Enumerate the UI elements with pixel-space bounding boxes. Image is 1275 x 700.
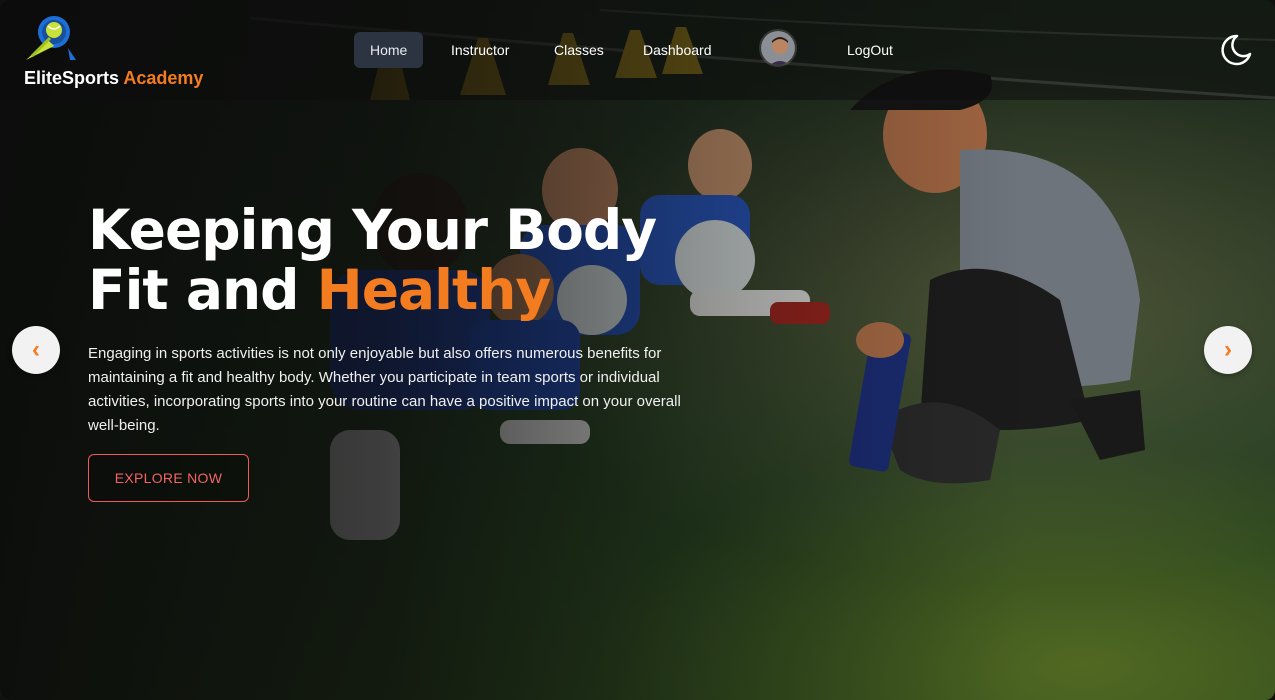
hero-title: Keeping Your Body Fit and Healthy	[88, 200, 688, 320]
nav-item-dashboard[interactable]: Dashboard	[643, 32, 712, 68]
top-navbar: EliteSports Academy Home Instructor Clas…	[0, 0, 1275, 100]
nav-item-instructor[interactable]: Instructor	[451, 32, 509, 68]
hero-title-accent: Healthy	[316, 258, 552, 322]
nav-item-classes[interactable]: Classes	[554, 32, 604, 68]
brand-name-part2: Academy	[123, 68, 204, 88]
carousel-prev-button[interactable]: ‹	[12, 326, 60, 374]
hero-description: Engaging in sports activities is not onl…	[88, 345, 681, 434]
brand-name-part1: EliteSports	[24, 68, 120, 88]
brand[interactable]: EliteSports Academy	[24, 10, 224, 94]
tennis-ball-logo-icon	[26, 16, 76, 60]
brand-name: EliteSports Academy	[24, 68, 203, 89]
nav-item-logout[interactable]: LogOut	[847, 32, 893, 68]
moon-icon	[1221, 34, 1252, 66]
hero-title-line2-prefix: Fit and	[88, 258, 300, 322]
carousel-next-button[interactable]: ›	[1204, 326, 1252, 374]
theme-toggle-button[interactable]	[1217, 32, 1253, 68]
hero-content: Keeping Your Body Fit and Healthy Engagi…	[88, 200, 688, 502]
hero-banner: EliteSports Academy Home Instructor Clas…	[0, 0, 1275, 700]
hero-title-line1: Keeping Your Body	[88, 198, 657, 262]
avatar-photo	[761, 31, 795, 65]
user-avatar[interactable]	[759, 29, 797, 67]
nav-item-home[interactable]: Home	[354, 32, 424, 68]
explore-now-button[interactable]: Explore Now	[88, 454, 249, 502]
